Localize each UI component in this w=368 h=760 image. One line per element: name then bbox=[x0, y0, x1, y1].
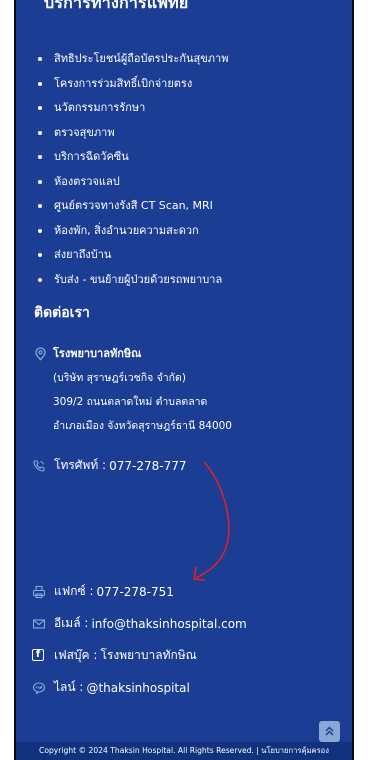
service-link[interactable]: สิทธิประโยชน์ผู้ถือบัตรประกันสุขภาพ bbox=[38, 52, 228, 77]
phone-label: โทรศัพท์ : bbox=[54, 458, 107, 472]
line-contact[interactable]: ไลน์ : @thaksinhospital bbox=[32, 678, 190, 697]
address-line-2: อำเภอเมือง จังหวัดสุราษฎร์ธานี 84000 bbox=[53, 420, 232, 432]
copyright-text: Copyright © 2024 Thaksin Hospital. All R… bbox=[39, 746, 259, 755]
service-link[interactable]: ส่งยาถึงบ้าน bbox=[38, 248, 228, 273]
bullet-icon bbox=[38, 57, 42, 61]
service-link[interactable]: ห้องพัก, สิ่งอำนวยความสะดวก bbox=[38, 224, 228, 249]
line-value[interactable]: @thaksinhospital bbox=[86, 681, 189, 695]
facebook-glyph: f bbox=[32, 648, 44, 661]
fax-contact[interactable]: แฟกซ์ : 077-278-751 bbox=[32, 582, 174, 601]
facebook-label: เฟสบุ๊ค : bbox=[54, 648, 98, 662]
line-label: ไลน์ : bbox=[54, 680, 84, 694]
bullet-icon bbox=[38, 81, 42, 86]
footer-info-panel: บริการทางการแพทย์ สิทธิประโยชน์ผู้ถือบัต… bbox=[14, 0, 354, 745]
scroll-to-top-button[interactable] bbox=[319, 721, 340, 742]
facebook-icon: f bbox=[32, 648, 46, 663]
service-link[interactable]: โครงการร่วมสิทธิ์เบิกจ่ายตรง bbox=[38, 77, 228, 102]
email-label: อีเมล์ : bbox=[54, 616, 89, 630]
bullet-icon bbox=[38, 106, 42, 110]
service-link[interactable]: ศูนย์ตรวจทางรังสี CT Scan, MRI bbox=[38, 199, 228, 224]
bullet-icon bbox=[38, 155, 42, 159]
bullet-icon bbox=[38, 179, 42, 184]
facebook-contact[interactable]: f เฟสบุ๊ค : โรงพยาบาลทักษิณ bbox=[32, 646, 197, 665]
email-value[interactable]: info@thaksinhospital.com bbox=[91, 617, 246, 631]
hospital-name: โรงพยาบาลทักษิณ bbox=[34, 347, 352, 371]
copyright-bar: Copyright © 2024 Thaksin Hospital. All R… bbox=[14, 742, 354, 760]
address-line-1: 309/2 ถนนตลาดใหม่ ตำบลตลาด bbox=[53, 396, 208, 408]
fax-value: 077-278-751 bbox=[96, 584, 174, 599]
service-link[interactable]: รับส่ง - ขนย้ายผู้ป่วยด้วยรถพยาบาล bbox=[38, 273, 228, 298]
services-list: สิทธิประโยชน์ผู้ถือบัตรประกันสุขภาพ โครง… bbox=[38, 52, 228, 297]
contact-heading: ติดต่อเรา bbox=[34, 305, 90, 321]
service-link[interactable]: ห้องตรวจแลป bbox=[38, 175, 228, 200]
service-link[interactable]: บริการฉีดวัคซีน bbox=[38, 150, 228, 175]
address-block: โรงพยาบาลทักษิณ (บริษัท สุราษฎร์เวชกิจ จ… bbox=[34, 347, 352, 443]
company-name: (บริษัท สุราษฎร์เวชกิจ จำกัด) bbox=[53, 372, 186, 384]
fax-label: แฟกซ์ : bbox=[54, 584, 94, 598]
privacy-policy-link[interactable]: นโยบายการคุ้มครอง bbox=[261, 746, 329, 755]
line-chat-icon bbox=[32, 681, 46, 695]
email-contact[interactable]: อีเมล์ : info@thaksinhospital.com bbox=[32, 614, 247, 633]
phone-icon bbox=[32, 459, 46, 473]
service-link[interactable]: นวัตกรรมการรักษา bbox=[38, 101, 228, 126]
bullet-icon bbox=[38, 253, 42, 257]
double-chevron-up-icon bbox=[325, 726, 334, 736]
bullet-icon bbox=[38, 204, 42, 208]
phone-contact[interactable]: โทรศัพท์ : 077-278-777 bbox=[32, 456, 186, 475]
facebook-value[interactable]: โรงพยาบาลทักษิณ bbox=[100, 646, 196, 665]
service-link[interactable]: ตรวจสุขภาพ bbox=[38, 126, 228, 151]
bullet-icon bbox=[38, 277, 42, 282]
bullet-icon bbox=[38, 130, 42, 135]
map-pin-icon bbox=[34, 347, 47, 361]
bullet-icon bbox=[38, 228, 42, 233]
phone-value[interactable]: 077-278-777 bbox=[109, 459, 186, 473]
fax-icon bbox=[32, 585, 46, 599]
envelope-icon bbox=[32, 617, 46, 631]
services-heading: บริการทางการแพทย์ bbox=[44, 0, 189, 12]
